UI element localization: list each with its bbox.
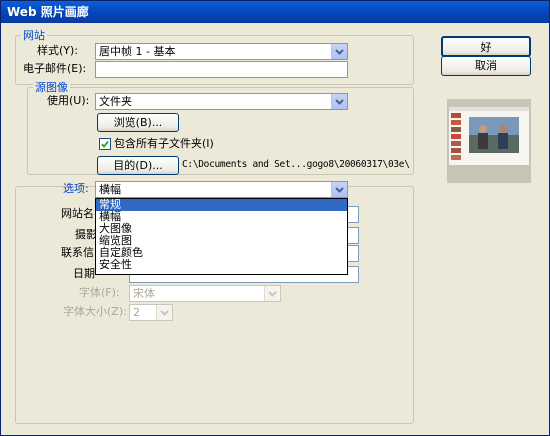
options-select[interactable]: 横幅	[95, 181, 348, 198]
include-subfolders-label: 包含所有子文件夹(I)	[114, 137, 214, 150]
chevron-down-icon[interactable]	[331, 94, 347, 109]
checkmark-icon	[101, 140, 109, 148]
font-size-label: 字体大小(Z):	[63, 305, 127, 318]
dropdown-item[interactable]: 大图像	[96, 223, 347, 235]
font-size-select[interactable]: 2	[129, 304, 173, 321]
photo-gallery-dialog: Web 照片画廊 网站 样式(Y): 居中帧 1 - 基本 电子邮件(E): 源…	[0, 0, 550, 436]
options-value: 横幅	[99, 183, 121, 196]
field-label-site-name: 网站名	[61, 207, 94, 220]
font-select[interactable]: 宋体	[129, 285, 281, 302]
dropdown-item[interactable]: 安全性	[96, 259, 347, 271]
dropdown-item[interactable]: 横幅	[96, 211, 347, 223]
font-value: 宋体	[133, 287, 155, 300]
options-dropdown-list[interactable]: 常规 横幅 大图像 缩览图 自定颜色 安全性	[95, 198, 348, 275]
destination-button[interactable]: 目的(D)...	[97, 156, 179, 175]
dropdown-item[interactable]: 常规	[96, 199, 347, 211]
email-label: 电子邮件(E):	[23, 62, 87, 75]
ok-button[interactable]: 好	[441, 36, 531, 57]
chevron-down-icon[interactable]	[331, 44, 347, 59]
style-label: 样式(Y):	[37, 44, 79, 57]
title-bar: Web 照片画廊	[1, 1, 549, 23]
field-label-contact: 联系信	[61, 246, 94, 259]
window-title: Web 照片画廊	[7, 5, 89, 19]
email-field[interactable]	[95, 61, 348, 78]
chevron-down-icon[interactable]	[331, 182, 347, 197]
font-size-value: 2	[133, 306, 140, 319]
chevron-down-icon[interactable]	[264, 286, 280, 301]
dropdown-item[interactable]: 自定颜色	[96, 247, 347, 259]
use-select[interactable]: 文件夹	[95, 93, 348, 110]
options-label: 选项:	[63, 182, 89, 195]
cancel-button[interactable]: 取消	[441, 56, 531, 76]
layout-preview	[447, 99, 531, 183]
use-label: 使用(U):	[47, 94, 90, 107]
font-label: 字体(F):	[79, 286, 120, 299]
destination-path: C:\Documents and Set...gogo8\20060317\03…	[182, 159, 410, 170]
chevron-down-icon[interactable]	[156, 305, 172, 320]
include-subfolders-checkbox[interactable]	[99, 138, 111, 150]
use-value: 文件夹	[99, 95, 132, 108]
gallery-preview-image	[449, 107, 529, 165]
field-label-date: 日期	[73, 267, 95, 280]
browse-button[interactable]: 浏览(B)...	[97, 113, 179, 132]
style-value: 居中帧 1 - 基本	[99, 45, 176, 58]
field-label-photographer: 摄影	[75, 228, 97, 241]
style-select[interactable]: 居中帧 1 - 基本	[95, 43, 348, 60]
site-legend: 网站	[21, 29, 47, 42]
